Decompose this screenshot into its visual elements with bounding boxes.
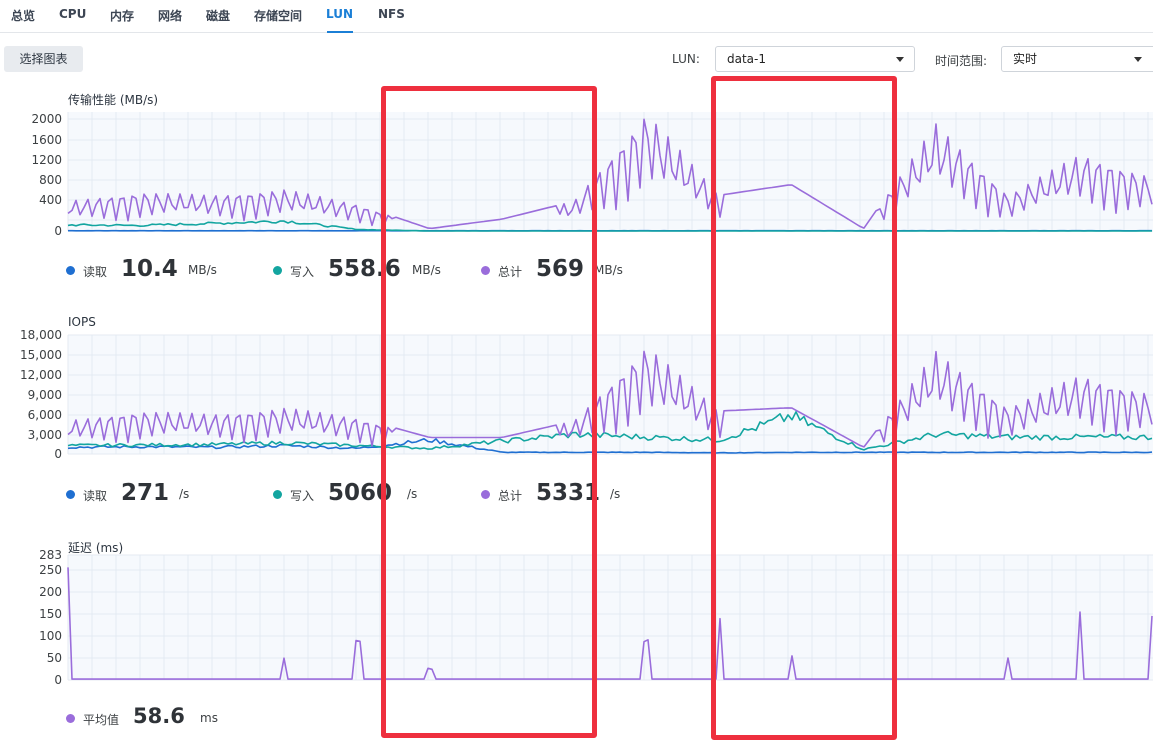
select-chart-button[interactable]: 选择图表 (4, 46, 83, 72)
legend-iops-total: 总计 5331 /s (481, 480, 620, 510)
active-tab-indicator (327, 31, 353, 33)
y-tick-label: 0 (54, 673, 62, 687)
tab-nfs[interactable]: NFS (378, 7, 405, 21)
lun-label: LUN: (672, 52, 700, 66)
y-tick-label: 15,000 (20, 348, 62, 362)
iops-chart-title: IOPS (68, 315, 96, 329)
tab-network[interactable]: 网络 (158, 7, 182, 24)
time-range-label: 时间范围: (935, 54, 988, 68)
tab-memory[interactable]: 内存 (110, 7, 134, 24)
y-tick-label: 1600 (31, 133, 62, 147)
legend-total: 总计 569 MB/s (481, 256, 623, 286)
lun-select-value: data-1 (727, 52, 766, 66)
legend-read: 读取 10.4 MB/s (66, 256, 217, 286)
iops-read-unit: /s (179, 487, 190, 501)
average-value: 58.6 (133, 704, 185, 728)
y-tick-label: 400 (39, 193, 62, 207)
legend-iops-read: 读取 271 /s (66, 480, 190, 510)
y-tick-label: 3,000 (28, 428, 62, 442)
read-dot-icon (66, 490, 75, 499)
iops-chart: 18,000 15,000 12,000 9,000 6,000 3,000 0 (20, 328, 1153, 461)
y-tick-label: 50 (47, 651, 62, 665)
time-range-select-value: 实时 (1013, 52, 1038, 66)
lun-select[interactable]: data-1 (715, 46, 915, 72)
total-dot-icon (481, 490, 490, 499)
legend-iops-total-label: 总计 (498, 489, 523, 503)
y-tick-label: 150 (39, 607, 62, 621)
y-tick-label: 250 (39, 563, 62, 577)
legend-write-label: 写入 (290, 265, 315, 279)
legend-iops-write: 写入 5060 /s (273, 480, 417, 510)
legend-read-label: 读取 (83, 265, 108, 279)
tab-bar: 总览 CPU 内存 网络 磁盘 存储空间 LUN NFS (0, 0, 1153, 33)
legend-latency-avg: 平均值 58.6 ms (66, 704, 218, 734)
legend-write: 写入 558.6 MB/s (273, 256, 441, 286)
time-range-select[interactable]: 实时 (1001, 46, 1153, 72)
write-dot-icon (273, 490, 282, 499)
write-unit: MB/s (412, 263, 441, 277)
tab-disk[interactable]: 磁盘 (206, 7, 230, 24)
iops-total-value: 5331 (536, 480, 601, 506)
read-dot-icon (66, 266, 75, 275)
iops-write-value: 5060 (328, 480, 393, 506)
total-dot-icon (481, 266, 490, 275)
plot-area (68, 555, 1153, 680)
tab-cpu[interactable]: CPU (59, 7, 86, 21)
y-tick-label: 200 (39, 585, 62, 599)
average-unit: ms (200, 711, 218, 725)
y-tick-label: 100 (39, 629, 62, 643)
write-value: 558.6 (328, 256, 401, 282)
read-value: 10.4 (121, 256, 178, 282)
iops-total-unit: /s (610, 487, 621, 501)
latency-chart: 283250 200 150 100 50 0 (39, 548, 1153, 687)
y-tick-label: 283 (39, 548, 62, 562)
legend-total-label: 总计 (498, 265, 523, 279)
chevron-down-icon (1134, 57, 1142, 62)
read-unit: MB/s (188, 263, 217, 277)
iops-write-unit: /s (407, 487, 418, 501)
y-tick-label: 2000 (31, 112, 62, 126)
write-dot-icon (273, 266, 282, 275)
legend-average-label: 平均值 (83, 713, 120, 727)
y-tick-label: 9,000 (28, 388, 62, 402)
y-tick-label: 800 (39, 173, 62, 187)
y-tick-label: 18,000 (20, 328, 62, 342)
tab-overview[interactable]: 总览 (11, 7, 35, 24)
tab-storage-space[interactable]: 存储空间 (254, 7, 302, 24)
tab-lun[interactable]: LUN (326, 7, 353, 21)
y-tick-label: 6,000 (28, 408, 62, 422)
total-unit: MB/s (594, 263, 623, 277)
y-tick-label: 0 (54, 224, 62, 238)
legend-iops-read-label: 读取 (83, 489, 108, 503)
y-tick-label: 12,000 (20, 368, 62, 382)
legend-iops-write-label: 写入 (290, 489, 315, 503)
y-tick-label: 1200 (31, 153, 62, 167)
y-tick-label: 0 (54, 447, 62, 461)
total-value: 569 (536, 256, 585, 282)
chevron-down-icon (896, 57, 904, 62)
average-dot-icon (66, 714, 75, 723)
iops-read-value: 271 (121, 480, 170, 506)
throughput-chart: 2000 1600 1200 800 400 0 (31, 112, 1153, 238)
